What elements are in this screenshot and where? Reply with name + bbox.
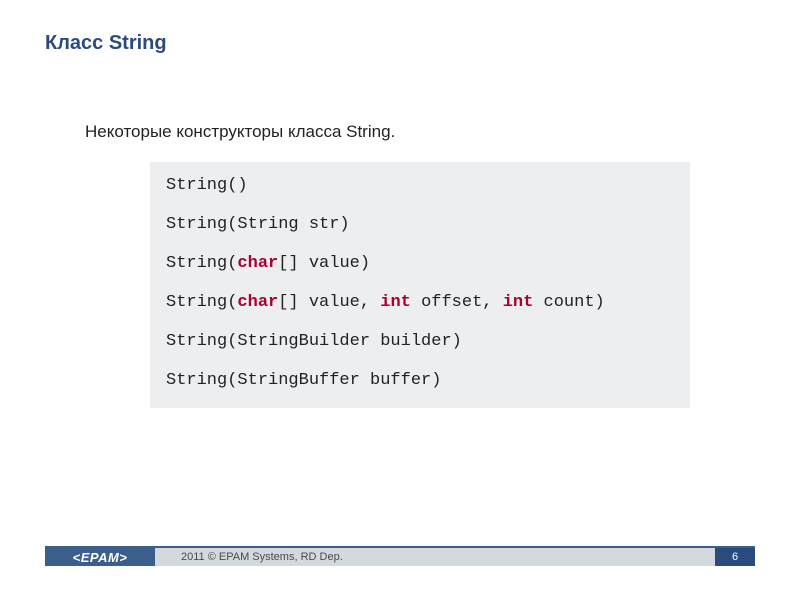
page-number: 6 (715, 548, 755, 566)
epam-logo: <EPAM> (45, 548, 155, 566)
code-line: String(String str) (166, 215, 674, 234)
code-line: String(char[] value, int offset, int cou… (166, 293, 674, 312)
code-token: String(StringBuilder builder) (166, 332, 462, 351)
code-token: String( (166, 254, 237, 273)
code-block: String()String(String str)String(char[] … (150, 162, 690, 408)
slide-subtitle: Некоторые конструкторы класса String. (85, 122, 395, 142)
keyword-token: char (237, 293, 278, 312)
footer-spacer (155, 548, 175, 566)
slide-title: Класс String (45, 32, 167, 55)
keyword-token: int (380, 293, 411, 312)
code-token: String( (166, 293, 237, 312)
code-token: String() (166, 176, 248, 195)
keyword-token: int (503, 293, 534, 312)
code-token: offset, (411, 293, 503, 312)
code-line: String(StringBuffer buffer) (166, 371, 674, 390)
keyword-token: char (237, 254, 278, 273)
code-line: String() (166, 176, 674, 195)
code-token: [] value) (278, 254, 370, 273)
code-token: String(StringBuffer buffer) (166, 371, 441, 390)
footer-copyright: 2011 © EPAM Systems, RD Dep. (175, 548, 715, 566)
code-line: String(char[] value) (166, 254, 674, 273)
code-token: count) (533, 293, 604, 312)
code-token: [] value, (278, 293, 380, 312)
footer: <EPAM> 2011 © EPAM Systems, RD Dep. 6 (45, 546, 755, 568)
code-line: String(StringBuilder builder) (166, 332, 674, 351)
code-token: String(String str) (166, 215, 350, 234)
